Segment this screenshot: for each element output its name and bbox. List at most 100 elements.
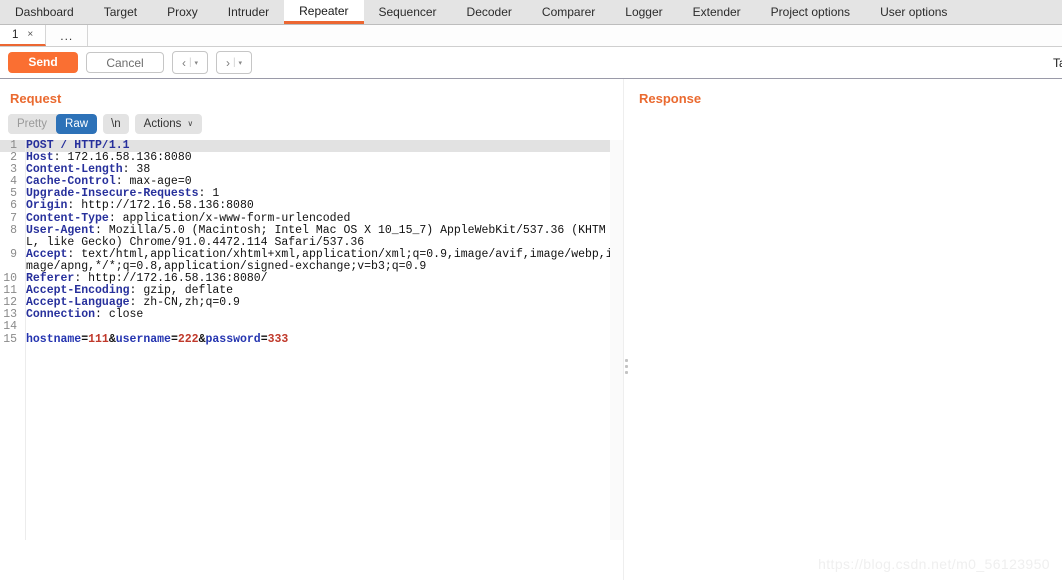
code-token: : max-age=0 xyxy=(115,175,192,189)
request-editor[interactable]: 1 POST / HTTP/1.1 2 Host: 172.16.58.136:808… xyxy=(0,140,623,540)
repeater-tab-1[interactable]: 1 × xyxy=(0,25,47,46)
code-token: 111 xyxy=(88,332,109,346)
code-token: : http://172.16.58.136:8080/ xyxy=(74,272,268,286)
request-viewbar: Pretty Raw \n Actions ∨ xyxy=(0,106,623,139)
code-token: : 38 xyxy=(122,163,151,177)
go-back-button[interactable]: ‹ | ▾ xyxy=(172,51,208,74)
code-token: username xyxy=(115,332,171,346)
nav-separator: | xyxy=(188,57,192,68)
tab-decoder-label: Decoder xyxy=(466,5,512,19)
close-icon[interactable]: × xyxy=(27,29,33,40)
tab-logger[interactable]: Logger xyxy=(610,0,677,24)
line-text: Connection: close xyxy=(21,309,617,321)
gutter-divider xyxy=(25,140,26,540)
send-button[interactable]: Send xyxy=(8,52,78,73)
repeater-tab-more[interactable]: ... xyxy=(46,25,89,46)
tab-project-options-label: Project options xyxy=(770,5,851,19)
response-editor[interactable] xyxy=(629,107,1062,507)
actions-menu-label: Actions xyxy=(143,118,182,130)
code-token: Content-Length xyxy=(26,163,123,177)
line-text: User-Agent: Mozilla/5.0 (Macintosh; Inte… xyxy=(21,223,617,249)
code-line: 8 User-Agent: Mozilla/5.0 (Macintosh; Int… xyxy=(0,223,623,249)
code-token: Accept xyxy=(26,247,68,261)
code-token: = xyxy=(170,332,178,346)
line-text: hostname=111&username=222&password=333 xyxy=(21,332,617,346)
grip-dot xyxy=(625,365,628,368)
chevron-left-icon: ‹ xyxy=(181,55,186,70)
code-token: : Mozilla/5.0 (Macintosh; Intel Mac OS X… xyxy=(26,223,606,249)
code-token: Connection xyxy=(26,308,96,322)
line-number: 15 xyxy=(3,332,17,346)
code-token: Content-Type xyxy=(26,211,109,225)
repeater-tab-1-label: 1 xyxy=(12,28,19,41)
response-pane-title: Response xyxy=(639,91,702,106)
line-text: Accept: text/html,application/xhtml+xml,… xyxy=(21,247,617,273)
cancel-button[interactable]: Cancel xyxy=(86,52,164,73)
repeater-tabstrip: 1 × ... xyxy=(0,25,1062,47)
tab-proxy[interactable]: Proxy xyxy=(152,0,213,24)
repeater-tabstrip-filler xyxy=(88,25,1062,46)
tab-intruder-label: Intruder xyxy=(227,5,270,19)
code-token: Cache-Control xyxy=(26,175,116,189)
tab-target[interactable]: Target xyxy=(89,0,152,24)
code-token: : zh-CN,zh;q=0.9 xyxy=(129,296,240,310)
request-code[interactable]: 1 POST / HTTP/1.1 2 Host: 172.16.58.136:808… xyxy=(0,140,623,346)
tab-dashboard-label: Dashboard xyxy=(15,5,74,19)
code-token: : gzip, deflate xyxy=(129,284,234,298)
code-token: : http://172.16.58.136:8080 xyxy=(67,199,254,213)
go-forward-button[interactable]: › | ▾ xyxy=(216,51,252,74)
code-token: : text/html,application/xhtml+xml,applic… xyxy=(26,247,613,273)
code-token: hostname xyxy=(26,332,82,346)
tab-logger-label: Logger xyxy=(625,5,663,19)
chevron-down-icon: ∨ xyxy=(187,119,194,128)
view-mode-toggle: Pretty Raw xyxy=(8,114,98,134)
code-line: 15 hostname=111&username=222&password=333 xyxy=(0,332,623,346)
code-token: 333 xyxy=(267,332,289,346)
tab-comparer[interactable]: Comparer xyxy=(527,0,610,24)
request-pane: Request Pretty Raw \n Actions ∨ 1 POST / … xyxy=(0,79,623,580)
pretty-view-button[interactable]: Pretty xyxy=(8,114,57,134)
tab-user-options-label: User options xyxy=(880,5,948,19)
tab-dashboard[interactable]: Dashboard xyxy=(0,0,89,24)
tab-user-options[interactable]: User options xyxy=(865,0,962,24)
chevron-down-icon[interactable]: ▾ xyxy=(239,59,243,67)
code-token: Referer xyxy=(26,272,75,286)
tab-target-label: Target xyxy=(103,5,138,19)
line-number: 6 xyxy=(10,199,17,213)
code-token: : close xyxy=(95,308,144,322)
tab-sequencer[interactable]: Sequencer xyxy=(364,0,452,24)
tab-repeater[interactable]: Repeater xyxy=(284,0,364,24)
tab-repeater-label: Repeater xyxy=(299,3,349,18)
actions-menu-button[interactable]: Actions ∨ xyxy=(134,114,203,134)
main-tabbar-filler xyxy=(962,0,1062,24)
grip-dot xyxy=(625,371,628,374)
tab-extender[interactable]: Extender xyxy=(678,0,756,24)
tab-project-options[interactable]: Project options xyxy=(756,0,865,24)
code-token: & xyxy=(198,332,206,346)
chevron-down-icon[interactable]: ▾ xyxy=(195,59,199,67)
tab-proxy-label: Proxy xyxy=(167,5,198,19)
code-token: Accept-Language xyxy=(26,296,130,310)
tab-decoder[interactable]: Decoder xyxy=(452,0,527,24)
watermark: https://blog.csdn.net/m0_56123950 xyxy=(818,556,1050,572)
line-number: 14 xyxy=(3,320,17,334)
newline-toggle-button[interactable]: \n xyxy=(103,114,129,134)
target-label: Ta xyxy=(1053,55,1062,70)
code-token: Host xyxy=(26,151,54,165)
repeater-split: Request Pretty Raw \n Actions ∨ 1 POST / … xyxy=(0,79,1062,580)
splitter-grip-icon[interactable] xyxy=(625,359,628,374)
tab-intruder[interactable]: Intruder xyxy=(213,0,284,24)
code-token: password xyxy=(205,332,261,346)
code-token: 222 xyxy=(177,332,199,346)
code-token: Upgrade-Insecure-Requests xyxy=(26,187,199,201)
request-editor-scrollbar[interactable] xyxy=(610,140,623,540)
code-line: 9 Accept: text/html,application/xhtml+xml… xyxy=(0,247,623,273)
code-token: : application/x-www-form-urlencoded xyxy=(108,211,351,225)
line-number: 9 xyxy=(10,247,17,261)
line-number: 7 xyxy=(10,211,17,225)
line-number: 8 xyxy=(10,223,17,237)
raw-view-button[interactable]: Raw xyxy=(56,114,98,134)
response-pane: Response xyxy=(629,79,1062,580)
repeater-toolbar: Send Cancel ‹ | ▾ › | ▾ Ta xyxy=(0,47,1062,79)
code-token: : 1 xyxy=(198,187,220,201)
